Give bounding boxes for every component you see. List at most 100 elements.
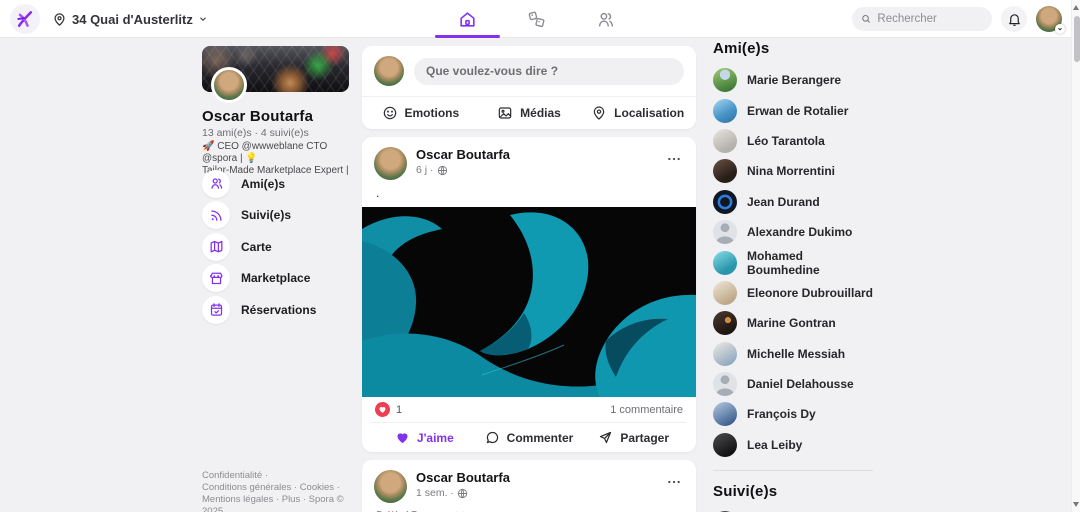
emotions-button[interactable]: Emotions — [366, 105, 475, 121]
page-scrollbar[interactable] — [1071, 0, 1080, 512]
location-selector[interactable]: 34 Quai d'Austerlitz — [52, 12, 208, 27]
friend-avatar — [713, 372, 737, 396]
friend-row[interactable]: Marie Berangere — [713, 65, 873, 95]
profile-bio-line1: 🚀 CEO @wwweblane CTO @spora | 💡 — [202, 141, 349, 165]
like-button[interactable]: J'aime — [372, 430, 477, 445]
friend-row[interactable]: Nina Morrentini — [713, 156, 873, 186]
friend-row[interactable]: Eleonore Dubrouillard — [713, 278, 873, 308]
tab-deals[interactable] — [502, 0, 571, 38]
post-more-button[interactable] — [664, 149, 684, 169]
sidebar-item-label: Carte — [241, 240, 272, 254]
post-author-avatar[interactable] — [374, 470, 407, 503]
sidebar-divider — [713, 470, 873, 471]
footer-line[interactable]: Mentions légales · Plus · Spora © 2025 — [202, 494, 349, 512]
friend-avatar — [713, 190, 737, 214]
location-pin-icon — [52, 12, 67, 27]
post-more-button[interactable] — [664, 472, 684, 492]
friend-row[interactable]: Jean Durand — [713, 187, 873, 217]
sidebar-item-following[interactable]: Suivi(e)s — [202, 200, 349, 232]
profile-name[interactable]: Oscar Boutarfa — [202, 108, 313, 125]
post-image[interactable] — [362, 207, 696, 397]
friend-row[interactable]: Lea Leiby — [713, 430, 873, 460]
localisation-label: Localisation — [614, 106, 684, 120]
comment-label: Commenter — [507, 431, 574, 445]
globe-icon — [457, 488, 468, 499]
pin-icon — [591, 105, 607, 121]
composer-input[interactable] — [426, 64, 672, 78]
right-sidebar: Ami(e)s Marie Berangere Erwan de Rotalie… — [713, 40, 873, 512]
post-text: Déjà 15 users 👥 #GrowWithSpora — [362, 505, 696, 512]
friends-icon — [202, 170, 230, 198]
search-icon — [861, 13, 871, 25]
image-icon — [497, 105, 513, 121]
post-author-name[interactable]: Oscar Boutarfa — [416, 147, 510, 162]
tab-home[interactable] — [433, 0, 502, 38]
friend-row[interactable]: Alexandre Dukimo — [713, 217, 873, 247]
post-author-avatar[interactable] — [374, 147, 407, 180]
footer-line[interactable]: Conditions générales · Cookies · — [202, 482, 349, 494]
sidebar-item-friends[interactable]: Ami(e)s — [202, 168, 349, 200]
tab-friends[interactable] — [571, 0, 640, 38]
profile-stats: 13 ami(e)s · 4 suivi(e)s — [202, 127, 309, 139]
scrollbar-thumb[interactable] — [1074, 16, 1080, 62]
ellipsis-icon — [666, 474, 682, 490]
heart-icon — [395, 430, 410, 445]
friend-avatar — [713, 68, 737, 92]
profile-avatar[interactable] — [211, 67, 247, 103]
avatar-chevron-icon — [1055, 24, 1065, 34]
friends-panel-title: Ami(e)s — [713, 40, 873, 57]
post-2: Oscar Boutarfa 1 sem. · Déjà 15 users 👥 — [362, 460, 696, 512]
friend-avatar — [713, 342, 737, 366]
friend-name: Marie Berangere — [747, 73, 841, 87]
sidebar-item-map[interactable]: Carte — [202, 231, 349, 263]
search-bar[interactable] — [852, 7, 992, 31]
friend-name: Lea Leiby — [747, 438, 802, 452]
sidebar-item-marketplace[interactable]: Marketplace — [202, 263, 349, 295]
post-reaction-counts: 1 1 commentaire — [362, 397, 696, 422]
comment-button[interactable]: Commenter — [477, 430, 582, 445]
post-timestamp: 1 sem. · — [416, 487, 454, 499]
post-author-name[interactable]: Oscar Boutarfa — [416, 470, 510, 485]
bell-icon — [1007, 12, 1022, 27]
spora-logo[interactable] — [10, 4, 40, 34]
emotions-label: Emotions — [405, 106, 460, 120]
friend-row[interactable]: Michelle Messiah — [713, 339, 873, 369]
map-icon — [202, 233, 230, 261]
people-icon — [596, 10, 615, 29]
post-composer: Emotions Médias Localisation — [362, 46, 696, 129]
following-row[interactable] — [713, 508, 873, 512]
friend-name: Jean Durand — [747, 195, 820, 209]
post-author-block: Oscar Boutarfa 6 j · — [416, 147, 510, 176]
sidebar-item-label: Marketplace — [241, 271, 310, 285]
notifications-button[interactable] — [1001, 6, 1027, 32]
friend-row[interactable]: Daniel Delahousse — [713, 369, 873, 399]
friend-name: Michelle Messiah — [747, 347, 845, 361]
scrollbar-up-arrow-icon[interactable] — [1073, 5, 1079, 10]
localisation-button[interactable]: Localisation — [583, 105, 692, 121]
friend-row[interactable]: Mohamed Boumhedine — [713, 247, 873, 277]
sidebar-item-label: Ami(e)s — [241, 177, 285, 191]
topbar-right — [852, 0, 1062, 38]
friend-row[interactable]: François Dy — [713, 399, 873, 429]
like-count-group[interactable]: 1 — [375, 402, 402, 417]
post-header: Oscar Boutarfa 6 j · — [362, 137, 696, 182]
friend-row[interactable]: Marine Gontran — [713, 308, 873, 338]
friend-row[interactable]: Léo Tarantola — [713, 126, 873, 156]
composer-row — [362, 46, 696, 96]
globe-icon — [437, 165, 448, 176]
following-panel-title: Suivi(e)s — [713, 483, 873, 500]
post-timestamp: 6 j · — [416, 164, 434, 176]
friend-avatar — [713, 220, 737, 244]
scrollbar-down-arrow-icon[interactable] — [1073, 502, 1079, 507]
left-sidebar: Oscar Boutarfa 13 ami(e)s · 4 suivi(e)s … — [202, 46, 349, 512]
sidebar-item-reservations[interactable]: Réservations — [202, 294, 349, 326]
smiley-icon — [382, 105, 398, 121]
medias-button[interactable]: Médias — [475, 105, 584, 121]
comment-count[interactable]: 1 commentaire — [610, 404, 683, 416]
footer-line[interactable]: Confidentialité · — [202, 470, 349, 482]
profile-menu-button[interactable] — [1036, 6, 1062, 32]
composer-input-wrap[interactable] — [414, 58, 684, 85]
friend-row[interactable]: Erwan de Rotalier — [713, 95, 873, 125]
share-button[interactable]: Partager — [581, 430, 686, 445]
search-input[interactable] — [877, 13, 983, 25]
